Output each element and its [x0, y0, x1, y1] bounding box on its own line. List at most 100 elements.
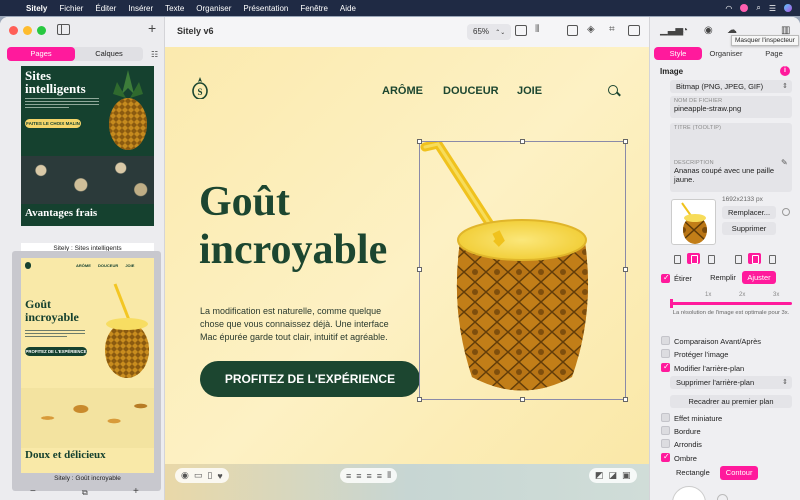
filename-field[interactable]: NOM DE FICHIER pineapple-straw.png: [670, 96, 792, 118]
protect-image-checkbox[interactable]: [661, 349, 670, 358]
position-right-icon[interactable]: [704, 253, 717, 264]
hero-title[interactable]: Goût incroyable: [199, 178, 439, 274]
resize-handle-t[interactable]: [520, 139, 525, 144]
align-left-icon[interactable]: ≡: [346, 471, 351, 481]
image-preview-thumbnail[interactable]: [671, 199, 716, 245]
send-back-icon[interactable]: ◪: [609, 470, 618, 481]
resize-handle-l[interactable]: [417, 267, 422, 272]
desktop-preview-icon[interactable]: [515, 25, 527, 36]
resize-handle-r[interactable]: [623, 267, 628, 272]
sidebar-toggle-icon[interactable]: [57, 24, 70, 35]
text-tool-icon[interactable]: [567, 25, 578, 36]
shadow-checkbox[interactable]: [661, 452, 670, 462]
add-page-icon[interactable]: +: [148, 20, 156, 36]
search-icon[interactable]: [608, 85, 618, 95]
shadow-color-swatch[interactable]: [717, 494, 728, 500]
menu-texte[interactable]: Texte: [159, 4, 190, 13]
image-selection-box[interactable]: [417, 139, 628, 402]
menu-fenetre[interactable]: Fenêtre: [294, 4, 334, 13]
zoom-control[interactable]: 65% ⌃⌄: [467, 24, 512, 40]
resize-handle-tr[interactable]: [623, 139, 628, 144]
position-bottom-icon[interactable]: [765, 253, 778, 264]
columns-icon[interactable]: ⦀: [535, 24, 539, 35]
menu-aide[interactable]: Aide: [334, 4, 362, 13]
align-justify-icon[interactable]: ≡: [377, 471, 382, 481]
menu-presentation[interactable]: Présentation: [237, 4, 294, 13]
image-format-select[interactable]: Bitmap (PNG, JPEG, GIF): [670, 80, 792, 93]
favorite-heart-icon[interactable]: ♥: [217, 471, 222, 481]
hero-cta-button[interactable]: PROFITEZ DE L'EXPÉRIENCE: [200, 361, 420, 397]
pineapple-logo-icon[interactable]: S: [192, 77, 208, 99]
siri-icon[interactable]: [784, 4, 792, 12]
align-center-icon[interactable]: ≡: [356, 471, 361, 481]
magic-wand-icon[interactable]: ✎: [781, 158, 788, 167]
nav-link-douceur[interactable]: DOUCEUR: [443, 85, 499, 97]
minimize-window-button[interactable]: [23, 26, 32, 35]
before-after-checkbox[interactable]: [661, 336, 670, 345]
tab-pages[interactable]: Pages: [7, 47, 75, 61]
tablet-view-icon[interactable]: ▯: [207, 470, 212, 481]
tab-style[interactable]: Style: [654, 47, 702, 60]
status-app-icon[interactable]: [740, 4, 749, 12]
replace-option-radio[interactable]: [782, 208, 790, 216]
menu-inserer[interactable]: Insérer: [122, 4, 159, 13]
recrop-button[interactable]: Recadrer au premier plan: [670, 395, 792, 408]
crop-icon[interactable]: ⌗: [609, 24, 615, 35]
desktop-view-icon[interactable]: ▭: [194, 470, 203, 481]
control-center-icon[interactable]: ☰: [769, 4, 776, 13]
resize-handle-bl[interactable]: [417, 397, 422, 402]
delete-image-button[interactable]: Supprimer: [722, 222, 776, 235]
resize-handle-tl[interactable]: [417, 139, 422, 144]
position-top-icon[interactable]: [731, 253, 744, 264]
resolution-slider[interactable]: [670, 299, 792, 308]
close-window-button[interactable]: [9, 26, 18, 35]
hero-paragraph[interactable]: La modification est naturelle, comme que…: [200, 305, 390, 344]
group-icon[interactable]: ▣: [622, 470, 631, 481]
speed-gauge-icon[interactable]: ◔: [682, 25, 688, 36]
add-page-button[interactable]: +: [133, 486, 139, 497]
layers-icon[interactable]: ◈: [587, 24, 595, 35]
nav-link-arome[interactable]: ARÔME: [382, 85, 423, 97]
image-insert-icon[interactable]: [628, 25, 640, 36]
replace-image-button[interactable]: Remplacer...: [722, 206, 776, 219]
position-middle-icon[interactable]: [748, 253, 761, 264]
duplicate-page-icon[interactable]: ⧉: [82, 488, 88, 498]
position-left-icon[interactable]: [670, 253, 683, 264]
tab-page[interactable]: Page: [750, 47, 798, 60]
bring-front-icon[interactable]: ◩: [595, 470, 604, 481]
shadow-angle-dial[interactable]: [672, 486, 706, 500]
menu-editer[interactable]: Éditer: [89, 4, 122, 13]
menu-organiser[interactable]: Organiser: [190, 4, 237, 13]
position-center-icon[interactable]: [687, 253, 700, 264]
tab-calques[interactable]: Calques: [75, 47, 143, 61]
preview-eye-icon[interactable]: ◉: [704, 25, 713, 36]
page-thumbnail-1[interactable]: Sites intelligents FAITES LE CHOIX MALIN…: [21, 66, 154, 226]
menu-fichier[interactable]: Fichier: [53, 4, 89, 13]
design-canvas[interactable]: S ARÔME DOUCEUR JOIE Goût incroyable La …: [165, 47, 649, 494]
stats-chart-icon[interactable]: ▁▃▅: [660, 25, 683, 36]
menu-app[interactable]: Sitely: [20, 4, 53, 13]
background-action-select[interactable]: Supprimer l'arrière-plan: [670, 376, 792, 389]
fit-button[interactable]: Ajuster: [742, 271, 776, 284]
rounded-checkbox[interactable]: [661, 439, 670, 448]
edit-background-checkbox[interactable]: [661, 362, 670, 372]
fill-button[interactable]: Remplir: [705, 271, 741, 284]
shadow-rectangle-button[interactable]: Rectangle: [670, 466, 716, 480]
preview-eye-icon[interactable]: ◉: [181, 470, 189, 481]
nav-link-joie[interactable]: JOIE: [517, 85, 542, 97]
zoom-window-button[interactable]: [37, 26, 46, 35]
border-checkbox[interactable]: [661, 426, 670, 435]
page-thumbnail-2[interactable]: ARÔME DOUCEUR JOIE Goût incroyable PROFI…: [21, 258, 154, 473]
wifi-icon[interactable]: ◠: [725, 4, 732, 13]
align-right-icon[interactable]: ≡: [367, 471, 372, 481]
resize-handle-b[interactable]: [520, 397, 525, 402]
stretch-checkbox[interactable]: [661, 273, 670, 283]
thumbnail-effect-checkbox[interactable]: [661, 413, 670, 422]
resize-handle-br[interactable]: [623, 397, 628, 402]
search-menubar-icon[interactable]: ⌕: [756, 3, 760, 13]
description-field[interactable]: DESCRIPTION Ananas coupé avec une paille…: [670, 158, 792, 192]
shadow-contour-button[interactable]: Contour: [719, 466, 759, 480]
info-icon[interactable]: i: [780, 66, 790, 76]
zoom-stepper-icon[interactable]: ⌃⌄: [495, 30, 505, 36]
tab-organiser[interactable]: Organiser: [702, 47, 750, 60]
